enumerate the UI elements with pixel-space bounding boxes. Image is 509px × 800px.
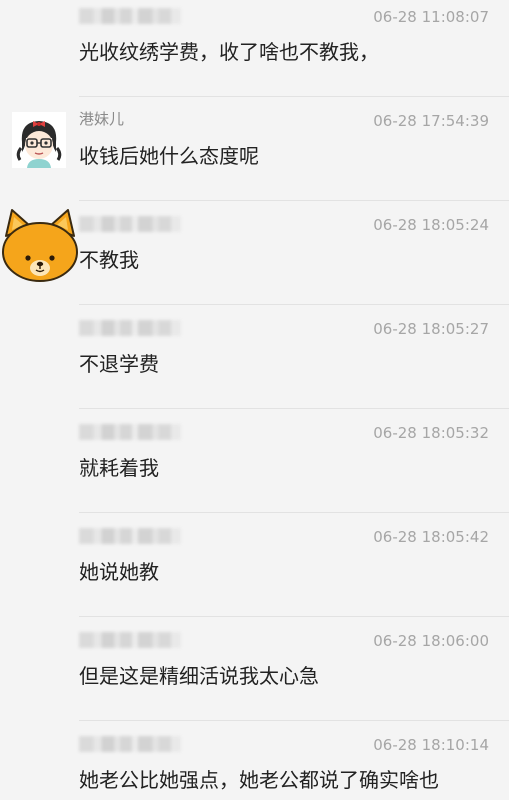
message-time: 06-28 18:05:32	[373, 424, 489, 442]
message-item[interactable]: 06-28 18:05:32 就耗着我	[0, 409, 509, 513]
message-time: 06-28 18:05:42	[373, 528, 489, 546]
message-time: 06-28 17:54:39	[373, 112, 489, 130]
orange-bear-avatar-icon	[2, 209, 78, 282]
message-time: 06-28 18:05:27	[373, 320, 489, 338]
message-text: 但是这是精细活说我太心急	[79, 664, 319, 688]
message-item[interactable]: 06-28 18:06:00 但是这是精细活说我太心急	[0, 617, 509, 721]
orange-bear-avatar[interactable]	[0, 206, 80, 284]
message-text: 光收纹绣学费，收了啥也不教我，	[79, 40, 379, 64]
message-time: 06-28 11:08:07	[373, 8, 489, 26]
message-time: 06-28 18:10:14	[373, 736, 489, 754]
author-name-blurred	[79, 424, 181, 440]
message-text: 她说她教	[79, 560, 159, 584]
author-name[interactable]: 港妹儿	[79, 109, 124, 129]
message-item[interactable]: 06-28 18:10:14 她老公比她强点，她老公都说了确实啥也	[0, 721, 509, 800]
author-name-blurred	[79, 8, 181, 24]
author-name-blurred	[79, 320, 181, 336]
message-item[interactable]: 06-28 18:05:24 不教我	[0, 201, 509, 305]
message-text: 不退学费	[79, 352, 159, 376]
girl-glasses-avatar[interactable]	[12, 112, 66, 168]
message-item[interactable]: 港妹儿 06-28 17:54:39 收钱后她什么态度呢	[0, 97, 509, 201]
message-item[interactable]: 06-28 18:05:42 她说她教	[0, 513, 509, 617]
message-text: 就耗着我	[79, 456, 159, 480]
message-item[interactable]: 06-28 11:08:07 光收纹绣学费，收了啥也不教我，	[0, 0, 509, 97]
message-item[interactable]: 06-28 18:05:27 不退学费	[0, 305, 509, 409]
message-text: 她老公比她强点，她老公都说了确实啥也	[79, 768, 439, 792]
message-time: 06-28 18:06:00	[373, 632, 489, 650]
message-text: 收钱后她什么态度呢	[79, 144, 259, 168]
message-text: 不教我	[79, 248, 139, 272]
author-name-blurred	[79, 216, 181, 232]
author-name-blurred	[79, 632, 181, 648]
author-name-blurred	[79, 736, 181, 752]
message-time: 06-28 18:05:24	[373, 216, 489, 234]
message-feed[interactable]: 06-28 11:08:07 光收纹绣学费，收了啥也不教我， 港妹儿 06-28…	[0, 0, 509, 800]
author-name-blurred	[79, 528, 181, 544]
girl-glasses-avatar-icon	[12, 112, 66, 168]
